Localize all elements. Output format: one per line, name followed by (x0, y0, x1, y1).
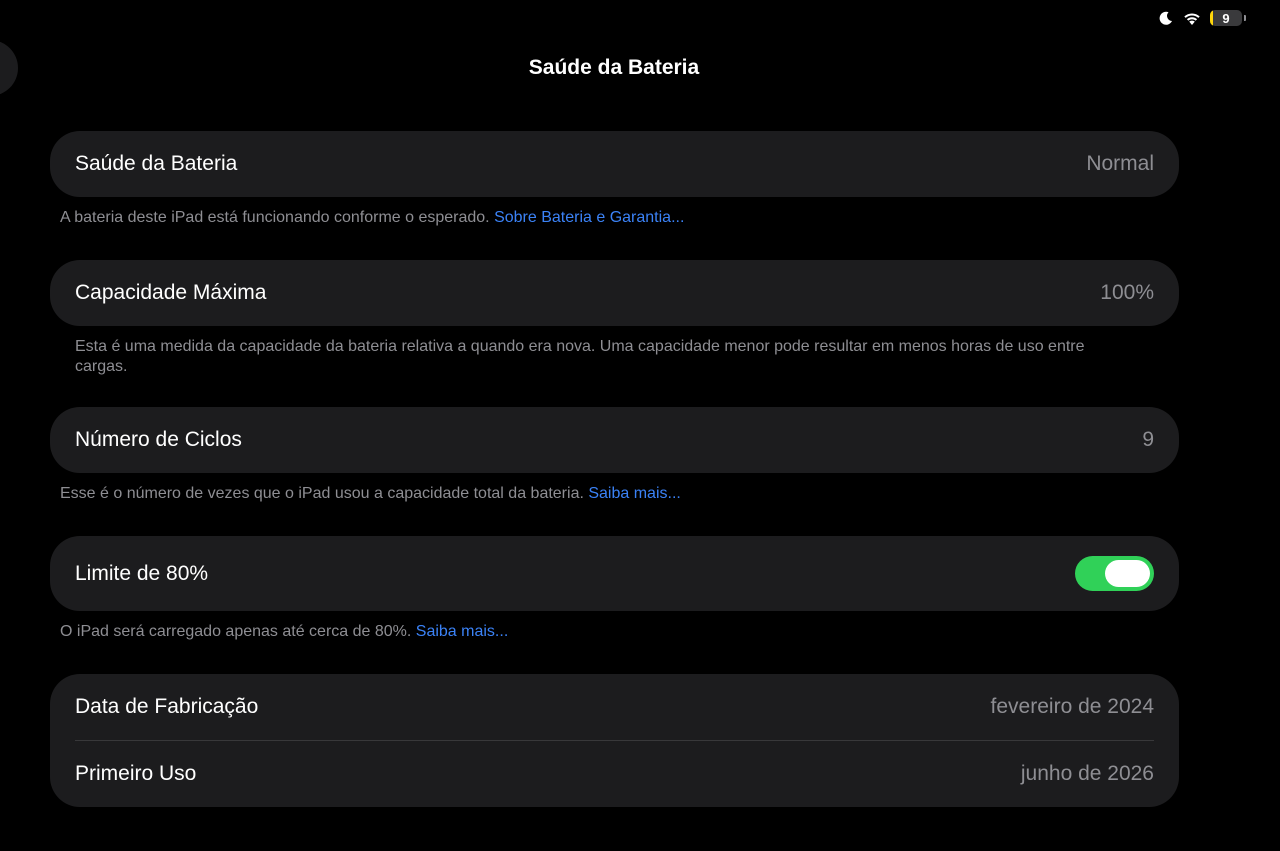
battery-level-text: 9 (1222, 10, 1230, 26)
max-capacity-footnote: Esta é uma medida da capacidade da bater… (75, 338, 1085, 375)
battery-warranty-link[interactable]: Sobre Bateria e Garantia... (494, 209, 684, 226)
battery-health-card: Saúde da Bateria Normal (50, 131, 1179, 197)
limit-80-learn-more-link[interactable]: Saiba mais... (416, 623, 508, 640)
page-title: Saúde da Bateria (528, 56, 700, 79)
max-capacity-label: Capacidade Máxima (75, 281, 267, 304)
manufacture-date-row: Data de Fabricação fevereiro de 2024 (50, 674, 1179, 740)
cycle-count-note: Esse é o número de vezes que o iPad usou… (60, 485, 584, 502)
battery-health-value: Normal (1086, 152, 1154, 175)
battery-cap (1244, 15, 1246, 21)
limit-80-note: O iPad será carregado apenas até cerca d… (60, 623, 412, 640)
cycle-count-row: Número de Ciclos 9 (50, 407, 1179, 473)
first-use-label: Primeiro Uso (75, 762, 197, 785)
battery-health-footnote: A bateria deste iPad está funcionando co… (60, 208, 684, 228)
wifi-icon (1182, 11, 1202, 26)
manufacture-date-value: fevereiro de 2024 (990, 695, 1154, 718)
cycle-count-learn-more-link[interactable]: Saiba mais... (588, 485, 680, 502)
first-use-row: Primeiro Uso junho de 2026 (50, 741, 1179, 807)
cycle-count-footnote: Esse é o número de vezes que o iPad usou… (60, 484, 681, 504)
cycle-count-label: Número de Ciclos (75, 428, 242, 451)
battery-health-row: Saúde da Bateria Normal (50, 131, 1179, 197)
dates-card: Data de Fabricação fevereiro de 2024 Pri… (50, 674, 1179, 807)
limit-80-row: Limite de 80% (50, 536, 1179, 611)
battery-health-note: A bateria deste iPad está funcionando co… (60, 209, 490, 226)
cycle-count-card: Número de Ciclos 9 (50, 407, 1179, 473)
limit-80-footnote: O iPad será carregado apenas até cerca d… (60, 622, 508, 642)
limit-80-card: Limite de 80% (50, 536, 1179, 611)
max-capacity-row: Capacidade Máxima 100% (50, 260, 1179, 326)
battery-fill (1210, 10, 1213, 26)
toggle-knob (1105, 560, 1150, 587)
first-use-value: junho de 2026 (1020, 762, 1154, 785)
battery-indicator: 9 (1210, 10, 1242, 26)
battery-health-page: 9 Saúde da Bateria Saúde da Bateria Norm… (0, 0, 1280, 851)
status-bar: 9 (1158, 10, 1246, 26)
max-capacity-value: 100% (1100, 281, 1154, 304)
max-capacity-card: Capacidade Máxima 100% (50, 260, 1179, 326)
manufacture-date-label: Data de Fabricação (75, 695, 259, 718)
moon-icon (1158, 10, 1174, 26)
limit-80-toggle[interactable] (1075, 556, 1154, 591)
limit-80-label: Limite de 80% (75, 561, 209, 585)
battery-health-label: Saúde da Bateria (75, 152, 238, 175)
cycle-count-value: 9 (1142, 428, 1154, 451)
